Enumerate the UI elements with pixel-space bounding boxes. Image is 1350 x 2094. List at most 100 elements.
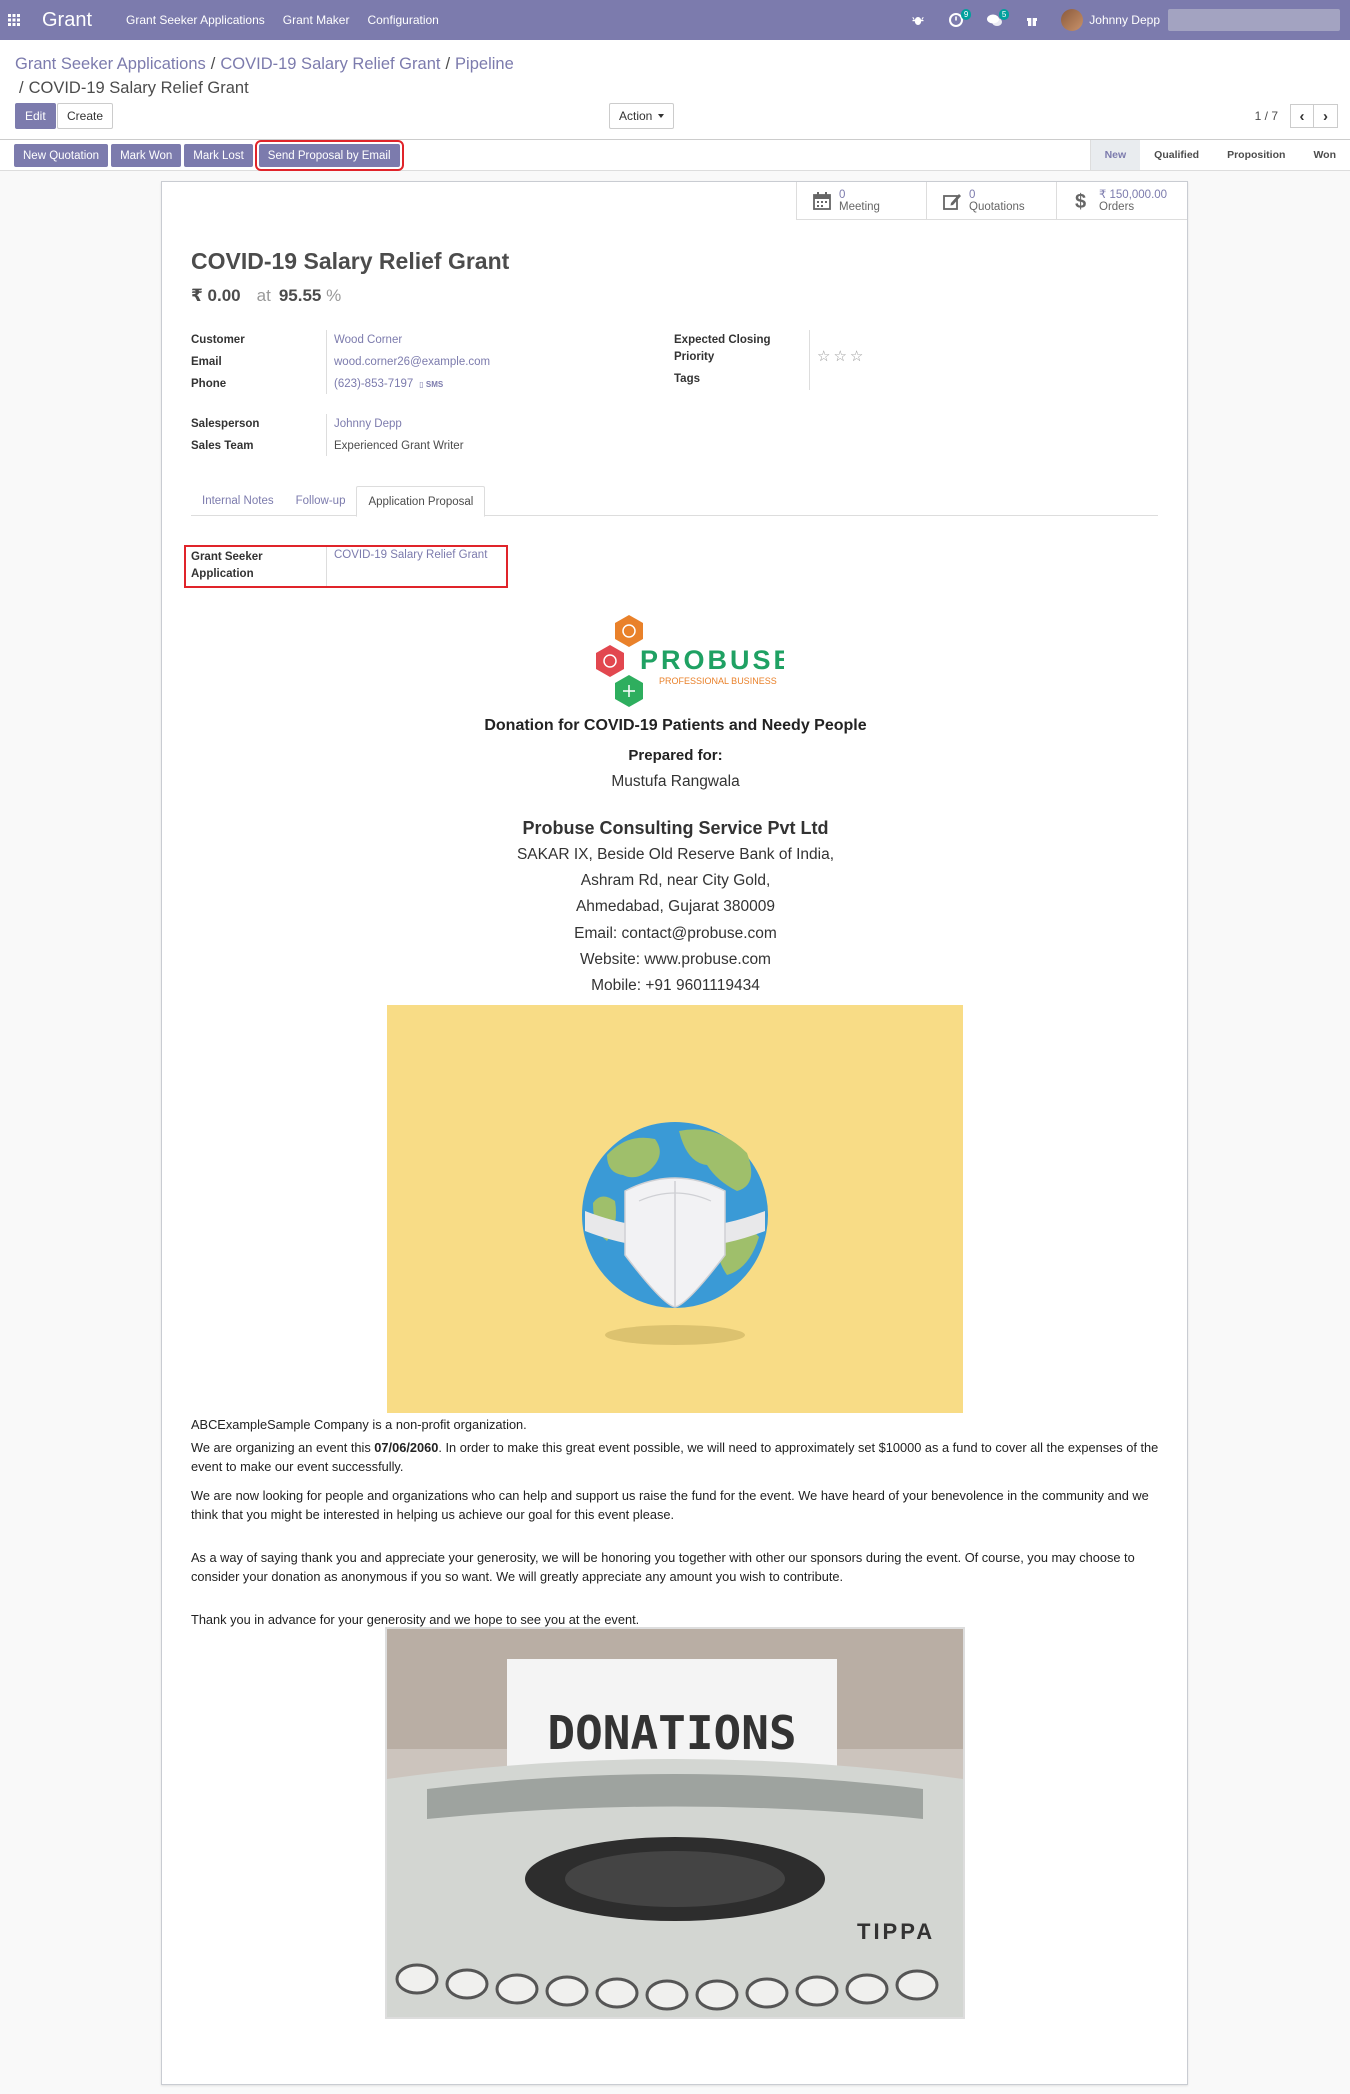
proposal-paragraph-1: ABCExampleSample Company is a non-profit… — [191, 1417, 527, 1432]
menu-grant-maker[interactable]: Grant Maker — [283, 13, 350, 27]
bug-icon[interactable] — [903, 0, 933, 40]
pager-value[interactable]: 1 / 7 — [1255, 109, 1278, 123]
orders-amount: ₹ 150,000.00 — [1099, 188, 1168, 201]
mark-won-button[interactable]: Mark Won — [111, 144, 182, 167]
priority-star-icon[interactable]: ☆ — [817, 348, 833, 365]
record-revenue-line: ₹ 0.00 at 95.55 % — [191, 286, 341, 306]
notebook-tabs: Internal Notes Follow-up Application Pro… — [191, 486, 1158, 517]
breadcrumb-item-applications[interactable]: Grant Seeker Applications — [15, 55, 206, 73]
messages-icon[interactable]: 5 — [979, 0, 1010, 40]
address-line: Ashram Rd, near City Gold, — [580, 872, 771, 889]
grant-seeker-application-value[interactable]: COVID-19 Salary Relief Grant — [334, 549, 487, 561]
priority-stars: ☆☆☆ — [817, 347, 866, 365]
app-brand[interactable]: Grant — [42, 9, 92, 32]
quotations-label: Quotations — [969, 200, 1025, 213]
company-name: Probuse Consulting Service Pvt Ltd — [522, 818, 829, 838]
tab-application-proposal[interactable]: Application Proposal — [356, 486, 486, 517]
probuse-logo: PROBUSE PROFESSIONAL BUSINESS — [596, 615, 784, 707]
logo-text: PROBUSE — [640, 645, 784, 675]
stage-won[interactable]: Won — [1299, 140, 1350, 170]
meeting-smart-button[interactable]: 0 Meeting — [797, 182, 927, 219]
field-divider — [326, 547, 327, 586]
priority-star-icon[interactable]: ☆ — [833, 348, 849, 365]
field-divider — [809, 330, 810, 390]
stage-pipeline: New Qualified Proposition Won — [1089, 140, 1350, 170]
pager-next-icon[interactable]: › — [1314, 104, 1338, 128]
status-bar: New Quotation Mark Won Mark Lost Send Pr… — [0, 140, 1350, 171]
typewriter-brand-text: TIPPA — [857, 1919, 935, 1944]
sms-label: SMS — [425, 380, 444, 389]
para2-start: We are organizing an event this — [191, 1440, 375, 1455]
donations-sign-text: DONATIONS — [547, 1706, 796, 1760]
mark-lost-button[interactable]: Mark Lost — [184, 144, 253, 167]
proposal-paragraph-2: We are organizing an event this 07/06/20… — [191, 1438, 1159, 1476]
menu-configuration[interactable]: Configuration — [367, 13, 438, 27]
stage-new[interactable]: New — [1090, 140, 1141, 170]
email-label: Email — [191, 356, 222, 368]
expected-closing-label: Expected Closing — [674, 334, 771, 346]
breadcrumb-item-grant[interactable]: COVID-19 Salary Relief Grant — [220, 55, 440, 73]
new-quotation-button[interactable]: New Quotation — [14, 144, 109, 167]
at-label: at — [256, 286, 271, 305]
control-panel: Grant Seeker Applications / COVID-19 Salar… — [0, 40, 1350, 140]
breadcrumb: Grant Seeker Applications / COVID-19 Salar… — [15, 55, 514, 97]
sales-team-label: Sales Team — [191, 440, 254, 452]
record-title: COVID-19 Salary Relief Grant — [191, 248, 510, 274]
orders-smart-button[interactable]: $ ₹ 150,000.00 Orders — [1057, 182, 1187, 219]
proposal-paragraph-3: We are now looking for people and organi… — [191, 1488, 1149, 1522]
company-mobile: Mobile: +91 9601119434 — [591, 977, 760, 994]
apps-menu-icon[interactable] — [0, 0, 28, 40]
activity-clock-icon[interactable]: 9 — [941, 0, 972, 40]
company-website: Website: www.probuse.com — [580, 951, 771, 968]
address-line: SAKAR IX, Beside Old Reserve Bank of Ind… — [516, 846, 835, 863]
form-sheet: 0 Meeting 0 Quotations $ ₹ 150,000.00 Order… — [161, 181, 1188, 2085]
email-value[interactable]: wood.corner26@example.com — [334, 356, 490, 368]
activity-count-badge: 9 — [960, 9, 972, 20]
sales-team-value[interactable]: Experienced Grant Writer — [334, 440, 464, 452]
priority-star-icon[interactable]: ☆ — [850, 348, 866, 365]
phone-value[interactable]: (623)-853-7197 — [334, 378, 413, 390]
percent-sign: % — [326, 286, 342, 305]
meeting-count: 0 — [839, 188, 846, 201]
dollar-icon: $ — [1069, 188, 1095, 214]
breadcrumb-item-pipeline[interactable]: Pipeline — [455, 55, 514, 73]
proposal-paragraph-4: As a way of saying thank you and appreci… — [191, 1550, 1135, 1584]
logo-subtext: PROFESSIONAL BUSINESS — [659, 676, 777, 686]
field-divider — [326, 330, 327, 394]
tab-follow-up[interactable]: Follow-up — [285, 486, 357, 516]
menu-grant-seeker-applications[interactable]: Grant Seeker Applications — [126, 13, 265, 27]
salesperson-label: Salesperson — [191, 418, 260, 430]
sms-link[interactable]: ▯ SMS — [419, 380, 443, 389]
send-proposal-by-email-button[interactable]: Send Proposal by Email — [254, 140, 404, 171]
gsa-label-line2: Application — [191, 568, 254, 580]
top-navbar: Grant Grant Seeker Applications Grant Ma… — [0, 0, 1350, 40]
customer-value[interactable]: Wood Corner — [334, 334, 402, 346]
user-name[interactable]: Johnny Depp — [1089, 13, 1160, 27]
prepared-for-label: Prepared for: — [628, 747, 723, 764]
caret-down-icon — [658, 114, 665, 118]
phone-field: (623)-853-7197 ▯ SMS — [334, 378, 443, 390]
stage-qualified[interactable]: Qualified — [1140, 140, 1213, 170]
quotations-smart-button[interactable]: 0 Quotations — [927, 182, 1057, 219]
edit-button[interactable]: Edit — [15, 103, 56, 129]
svg-text:$: $ — [1075, 191, 1086, 212]
priority-label: Priority — [674, 351, 715, 363]
messages-count-badge: 5 — [998, 9, 1010, 20]
create-button[interactable]: Create — [57, 103, 114, 129]
address-line: Ahmedabad, Gujarat 380009 — [575, 898, 776, 915]
orders-label: Orders — [1099, 200, 1135, 213]
salesperson-value[interactable]: Johnny Depp — [334, 418, 402, 430]
gsa-label-line1: Grant Seeker — [191, 551, 263, 563]
grant-seeker-application-label: Grant Seeker Application — [191, 549, 263, 583]
tab-internal-notes[interactable]: Internal Notes — [191, 486, 285, 516]
pager-previous-icon[interactable]: ‹ — [1290, 104, 1314, 128]
quotations-count: 0 — [969, 188, 976, 201]
user-avatar[interactable] — [1061, 9, 1084, 31]
stage-proposition[interactable]: Proposition — [1213, 140, 1299, 170]
breadcrumb-active: COVID-19 Salary Relief Grant — [28, 79, 249, 97]
company-email: Email: contact@probuse.com — [574, 925, 777, 942]
edit-icon — [939, 188, 965, 214]
action-dropdown[interactable]: Action — [609, 103, 675, 129]
expected-revenue: ₹ 0.00 — [191, 286, 241, 305]
gift-icon[interactable] — [1017, 0, 1047, 40]
